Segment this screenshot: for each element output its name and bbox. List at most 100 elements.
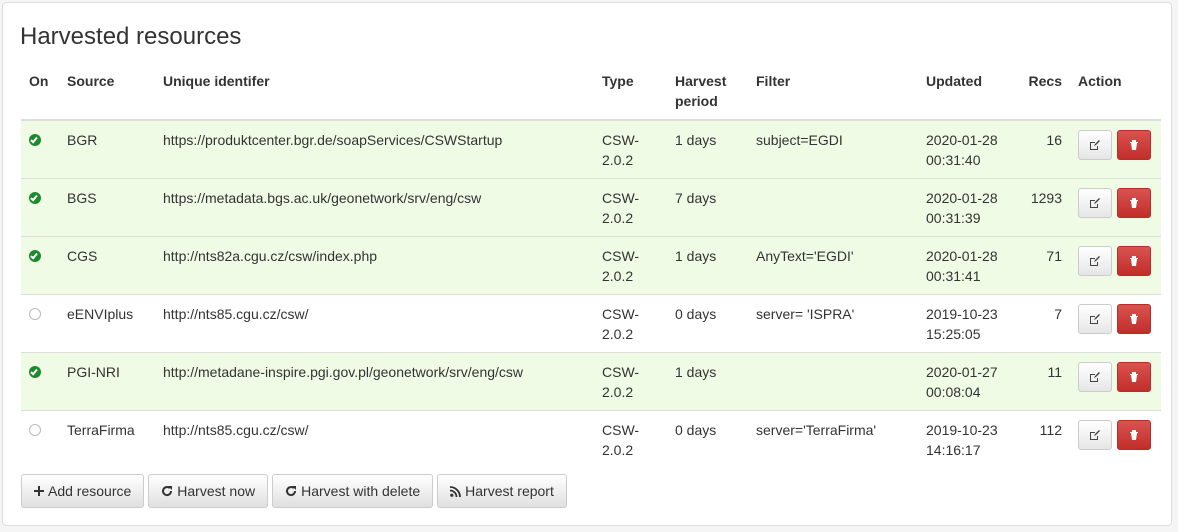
status-cell xyxy=(21,236,59,295)
updated-date: 2020-01-28 xyxy=(926,190,998,206)
harvested-resources-panel: Harvested resources On Source Unique ide… xyxy=(2,2,1172,526)
action-cell xyxy=(1070,294,1161,353)
col-header-recs: Recs xyxy=(1020,65,1070,121)
period-cell: 0 days xyxy=(667,294,748,353)
updated-date: 2019-10-23 xyxy=(926,306,998,322)
status-cell xyxy=(21,410,59,468)
page-title: Harvested resources xyxy=(20,23,242,50)
edit-button[interactable] xyxy=(1078,188,1112,218)
type-cell: CSW- 2.0.2 xyxy=(594,410,667,468)
type-line2: 2.0.2 xyxy=(602,210,634,226)
col-header-type: Type xyxy=(594,65,667,121)
type-cell: CSW- 2.0.2 xyxy=(594,119,667,179)
harvest-now-button[interactable]: Harvest now xyxy=(148,474,269,508)
harvest-with-delete-button[interactable]: Harvest with delete xyxy=(272,474,434,508)
trash-icon xyxy=(1129,430,1138,440)
recs-cell: 7 xyxy=(1020,294,1070,353)
filter-cell xyxy=(748,352,918,411)
source-cell: CGS xyxy=(59,236,155,295)
harvest-with-delete-label: Harvest with delete xyxy=(301,483,421,499)
type-line2: 2.0.2 xyxy=(602,268,634,284)
updated-time: 14:16:17 xyxy=(926,442,981,458)
check-circle-icon[interactable] xyxy=(29,134,41,146)
updated-time: 00:08:04 xyxy=(926,384,981,400)
updated-time: 00:31:40 xyxy=(926,152,981,168)
delete-button[interactable] xyxy=(1116,246,1151,276)
trash-icon xyxy=(1129,314,1138,324)
period-cell: 1 days xyxy=(667,236,748,295)
col-header-filter: Filter xyxy=(748,65,918,121)
trash-icon xyxy=(1129,372,1138,382)
type-line1: CSW- xyxy=(602,132,640,148)
status-cell xyxy=(21,352,59,411)
delete-button[interactable] xyxy=(1116,420,1151,450)
edit-button[interactable] xyxy=(1078,246,1112,276)
delete-button[interactable] xyxy=(1116,362,1151,392)
col-header-uid: Unique identifer xyxy=(155,65,594,121)
edit-icon xyxy=(1090,430,1100,440)
edit-button[interactable] xyxy=(1078,420,1112,450)
filter-cell xyxy=(748,178,918,237)
delete-button[interactable] xyxy=(1116,130,1151,160)
updated-cell: 2020-01-28 00:31:39 xyxy=(918,178,1020,237)
trash-icon xyxy=(1129,198,1138,208)
edit-icon xyxy=(1090,314,1100,324)
delete-button[interactable] xyxy=(1116,188,1151,218)
edit-icon xyxy=(1090,256,1100,266)
edit-icon xyxy=(1090,372,1100,382)
delete-button[interactable] xyxy=(1116,304,1151,334)
table-row: BGS https://metadata.bgs.ac.uk/geonetwork… xyxy=(21,178,1161,237)
add-resource-button[interactable]: Add resource xyxy=(21,474,145,508)
filter-cell: server= 'ISPRA' xyxy=(748,294,918,353)
trash-icon xyxy=(1129,140,1138,150)
action-cell xyxy=(1070,236,1161,295)
table-header-row: On Source Unique identifer Type Harvest p… xyxy=(21,65,1161,121)
check-circle-icon[interactable] xyxy=(29,250,41,262)
source-cell: BGR xyxy=(59,119,155,179)
updated-cell: 2019-10-23 14:16:17 xyxy=(918,410,1020,468)
updated-date: 2019-10-23 xyxy=(926,422,998,438)
edit-button[interactable] xyxy=(1078,362,1112,392)
type-cell: CSW- 2.0.2 xyxy=(594,294,667,353)
table-row: TerraFirma http://nts85.cgu.cz/csw/CSW- 2.… xyxy=(21,410,1161,468)
uid-cell: http://nts85.cgu.cz/csw/ xyxy=(155,410,594,468)
rss-icon xyxy=(450,485,462,497)
col-header-source: Source xyxy=(59,65,155,121)
action-cell xyxy=(1070,410,1161,468)
col-header-period: Harvest period xyxy=(667,65,748,121)
updated-time: 15:25:05 xyxy=(926,326,981,342)
edit-button[interactable] xyxy=(1078,130,1112,160)
filter-cell: AnyText='EGDI' xyxy=(748,236,918,295)
period-cell: 1 days xyxy=(667,352,748,411)
source-cell: TerraFirma xyxy=(59,410,155,468)
type-line1: CSW- xyxy=(602,306,640,322)
table-row: PGI-NRI http://metadane-inspire.pgi.gov.p… xyxy=(21,352,1161,411)
type-cell: CSW- 2.0.2 xyxy=(594,236,667,295)
empty-circle-icon[interactable] xyxy=(29,424,41,436)
check-circle-icon[interactable] xyxy=(29,366,41,378)
action-cell xyxy=(1070,178,1161,237)
col-header-updated: Updated xyxy=(918,65,1020,121)
source-cell: BGS xyxy=(59,178,155,237)
action-cell xyxy=(1070,119,1161,179)
updated-time: 00:31:39 xyxy=(926,210,981,226)
check-circle-icon[interactable] xyxy=(29,192,41,204)
period-cell: 0 days xyxy=(667,410,748,468)
uid-cell: https://produktcenter.bgr.de/soapService… xyxy=(155,119,594,179)
filter-cell: server='TerraFirma' xyxy=(748,410,918,468)
harvest-report-button[interactable]: Harvest report xyxy=(437,474,567,508)
type-line2: 2.0.2 xyxy=(602,384,634,400)
edit-button[interactable] xyxy=(1078,304,1112,334)
status-cell xyxy=(21,178,59,237)
source-cell: PGI-NRI xyxy=(59,352,155,411)
uid-cell: http://metadane-inspire.pgi.gov.pl/geone… xyxy=(155,352,594,411)
type-line2: 2.0.2 xyxy=(602,326,634,342)
empty-circle-icon[interactable] xyxy=(29,308,41,320)
table-row: CGS http://nts82a.cgu.cz/csw/index.php CSW… xyxy=(21,236,1161,295)
type-line1: CSW- xyxy=(602,422,640,438)
resources-table: On Source Unique identifer Type Harvest p… xyxy=(21,65,1161,468)
updated-cell: 2020-01-28 00:31:40 xyxy=(918,119,1020,179)
uid-cell: https://metadata.bgs.ac.uk/geonetwork/sr… xyxy=(155,178,594,237)
type-line1: CSW- xyxy=(602,364,640,380)
harvest-now-label: Harvest now xyxy=(177,483,256,499)
